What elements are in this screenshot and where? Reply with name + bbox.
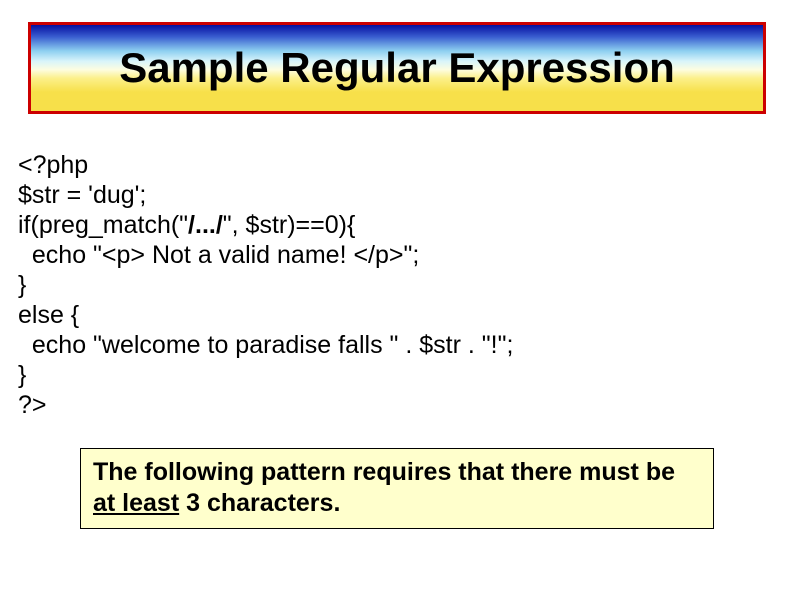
- code-line-3c: ", $str)==0){: [223, 211, 356, 239]
- code-line-6: else {: [18, 301, 79, 329]
- title-box: Sample Regular Expression: [28, 22, 766, 114]
- caption-underline: at least: [93, 489, 179, 517]
- slide-title: Sample Regular Expression: [119, 44, 675, 92]
- code-regex: /.../: [188, 211, 223, 239]
- caption-box: The following pattern requires that ther…: [80, 448, 714, 529]
- caption-post: 3 characters.: [179, 489, 340, 517]
- caption-pre: The following pattern requires that ther…: [93, 458, 675, 486]
- code-line-7: echo "welcome to paradise falls " . $str…: [18, 331, 513, 359]
- code-line-9: ?>: [18, 391, 47, 419]
- code-line-3a: if(preg_match(": [18, 211, 188, 239]
- caption-text: The following pattern requires that ther…: [93, 457, 701, 520]
- code-line-2: $str = 'dug';: [18, 181, 146, 209]
- code-line-1: <?php: [18, 151, 88, 179]
- code-line-8: }: [18, 361, 26, 389]
- code-sample: <?php $str = 'dug'; if(preg_match("/.../…: [18, 150, 513, 420]
- code-line-5: }: [18, 271, 26, 299]
- code-line-4: echo "<p> Not a valid name! </p>";: [18, 241, 419, 269]
